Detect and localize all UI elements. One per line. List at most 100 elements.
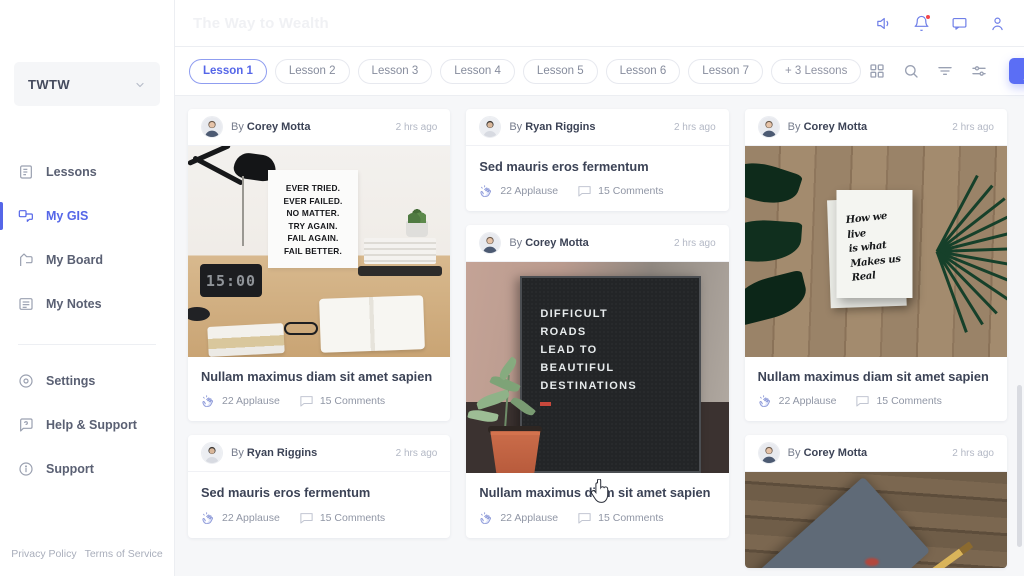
applause-action[interactable]: 22 Applause xyxy=(758,394,837,408)
post-card[interactable]: By Ryan Riggins 2 hrs ago Sed mauris ero… xyxy=(188,435,451,538)
user-icon[interactable] xyxy=(989,15,1006,32)
comments-action[interactable]: 15 Comments xyxy=(855,394,942,408)
terms-of-service-link[interactable]: Terms of Service xyxy=(85,548,163,560)
applause-count: 22 Applause xyxy=(778,395,837,408)
comment-icon xyxy=(299,394,314,408)
card-body: Sed mauris eros fermentum 22 Applause 15… xyxy=(466,146,728,211)
letterboard-photo: DIFFICULT ROADS LEAD TO BEAUTIFUL DESTIN… xyxy=(466,262,729,474)
sidebar: TWTW Lessons My GIS My Board My Notes Se… xyxy=(0,0,175,576)
clock-value: 15:00 xyxy=(205,271,257,290)
privacy-policy-link[interactable]: Privacy Policy xyxy=(11,548,76,560)
card-byline: By Corey Motta xyxy=(509,237,589,250)
sidebar-item-help-support[interactable]: Help & Support xyxy=(0,403,174,447)
post-card[interactable]: By Corey Motta 2 hrs ago xyxy=(744,435,1007,569)
scrollbar-thumb[interactable] xyxy=(1017,385,1022,548)
main-area: The Way to Wealth Lesson 1 Lesson 2 Less… xyxy=(175,0,1024,576)
workspace-name: TWTW xyxy=(28,76,71,92)
workspace-selector[interactable]: TWTW xyxy=(14,62,160,106)
primary-nav: Lessons My GIS My Board My Notes xyxy=(0,150,174,326)
gear-icon xyxy=(18,373,34,389)
poster-line: NO MATTER. xyxy=(286,208,340,219)
filter-icon[interactable] xyxy=(937,63,953,79)
tab-lesson-5[interactable]: Lesson 5 xyxy=(522,58,598,84)
card-meta: 22 Applause 15 Comments xyxy=(479,184,715,198)
sidebar-item-my-notes[interactable]: My Notes xyxy=(0,282,174,326)
notebook-cover xyxy=(751,476,930,569)
sidebar-item-label: My Board xyxy=(46,253,103,267)
applause-icon xyxy=(201,511,216,525)
post-card[interactable]: By Corey Motta 2 hrs ago EVER TRIED. EVE… xyxy=(188,109,451,422)
sidebar-item-my-board[interactable]: My Board xyxy=(0,238,174,282)
sidebar-item-my-gis[interactable]: My GIS xyxy=(0,194,174,238)
vertical-scrollbar[interactable] xyxy=(1017,99,1022,576)
comments-action[interactable]: 15 Comments xyxy=(577,511,664,525)
top-header: The Way to Wealth xyxy=(175,0,1024,47)
grid-view-icon[interactable] xyxy=(869,63,885,79)
applause-action[interactable]: 22 Applause xyxy=(479,511,558,525)
search-icon[interactable] xyxy=(903,63,919,79)
sidebar-item-settings[interactable]: Settings xyxy=(0,359,174,403)
board-icon xyxy=(18,252,34,268)
comment-icon xyxy=(855,394,870,408)
applause-count: 22 Applause xyxy=(222,511,280,524)
poster-line: TRY AGAIN. xyxy=(288,220,338,231)
comment-icon xyxy=(577,184,592,198)
card-title: Sed mauris eros fermentum xyxy=(479,159,649,174)
card-header: By Corey Motta 2 hrs ago xyxy=(466,225,729,263)
secondary-nav: Settings Help & Support Support xyxy=(0,359,174,491)
red-marker xyxy=(540,402,552,406)
applause-action[interactable]: 22 Applause xyxy=(201,394,280,408)
avatar xyxy=(201,442,223,465)
comment-icon xyxy=(577,511,592,525)
tab-more-lessons[interactable]: + 3 Lessons xyxy=(770,58,862,84)
applause-count: 22 Applause xyxy=(500,185,559,198)
applause-action[interactable]: 22 Applause xyxy=(479,184,558,198)
bell-icon[interactable] xyxy=(913,13,931,32)
card-author: Corey Motta xyxy=(803,121,868,133)
comments-count: 15 Comments xyxy=(598,185,664,198)
sidebar-item-lessons[interactable]: Lessons xyxy=(0,150,174,194)
message-icon[interactable] xyxy=(951,15,968,32)
page-title: The Way to Wealth xyxy=(193,14,329,32)
comments-action[interactable]: 15 Comments xyxy=(299,394,385,408)
tab-lesson-2[interactable]: Lesson 2 xyxy=(274,58,350,84)
open-book xyxy=(319,295,426,353)
chat-board-icon xyxy=(18,208,34,224)
terracotta-pot xyxy=(490,431,541,474)
card-header: By Ryan Riggins 2 hrs ago xyxy=(466,109,729,146)
card-header: By Corey Motta 2 hrs ago xyxy=(744,109,1007,146)
tab-lesson-4[interactable]: Lesson 4 xyxy=(440,58,515,84)
sliders-icon[interactable] xyxy=(971,63,987,79)
comments-action[interactable]: 15 Comments xyxy=(577,184,664,198)
card-body: Nullam maximus diam sit amet sapien 22 A… xyxy=(466,473,728,537)
comments-action[interactable]: 15 Comments xyxy=(299,511,385,525)
card-meta: 22 Applause 15 Comments xyxy=(479,511,715,525)
applause-icon xyxy=(758,394,773,408)
card-title: Nullam maximus diam sit amet sapien xyxy=(479,485,711,501)
avatar xyxy=(201,116,223,138)
letterboard-line: DIFFICULT xyxy=(540,308,609,321)
sidebar-footer: Privacy Policy Terms of Service xyxy=(0,548,174,560)
letterboard-line: LEAD TO xyxy=(540,343,598,356)
mouse xyxy=(188,307,210,321)
tab-lesson-1[interactable]: Lesson 1 xyxy=(189,58,267,84)
applause-action[interactable]: 22 Applause xyxy=(201,511,280,525)
card-body: Nullam maximus diam sit amet sapien 22 A… xyxy=(188,357,450,421)
tab-lesson-7[interactable]: Lesson 7 xyxy=(688,58,763,84)
post-card[interactable]: By Ryan Riggins 2 hrs ago Sed mauris ero… xyxy=(466,109,729,212)
card-title: Sed mauris eros fermentum xyxy=(201,485,371,501)
sidebar-item-label: Help & Support xyxy=(46,418,137,432)
post-card[interactable]: By Corey Motta 2 hrs ago xyxy=(744,109,1007,422)
lamp-stem xyxy=(242,176,244,246)
volume-icon[interactable] xyxy=(875,15,892,32)
post-card[interactable]: By Corey Motta 2 hrs ago DIFFICULT ROADS… xyxy=(466,225,729,538)
lessons-icon xyxy=(18,164,34,180)
card-body: Nullam maximus diam sit amet sapien 22 A… xyxy=(745,357,1007,421)
comments-count: 15 Comments xyxy=(876,395,942,408)
sidebar-item-support[interactable]: Support xyxy=(0,447,174,491)
tab-lesson-6[interactable]: Lesson 6 xyxy=(605,58,681,84)
card-author: Corey Motta xyxy=(246,121,311,133)
card-header: By Ryan Riggins 2 hrs ago xyxy=(188,435,451,473)
tab-lesson-3[interactable]: Lesson 3 xyxy=(357,58,433,84)
add-button[interactable]: + ADD xyxy=(1009,58,1024,84)
